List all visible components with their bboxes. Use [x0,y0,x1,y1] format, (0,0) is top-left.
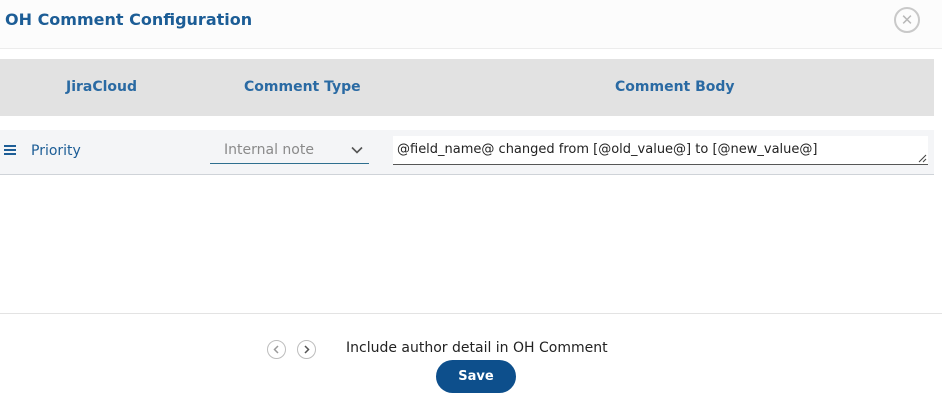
resize-handle-icon[interactable] [917,153,927,163]
column-header-comment-type: Comment Type [244,79,361,95]
footer-divider [0,313,942,314]
prev-button[interactable] [267,340,286,359]
dialog-header: OH Comment Configuration ✕ [0,0,942,49]
close-button[interactable]: ✕ [894,7,920,33]
chevron-down-icon [351,146,363,154]
table-row: Priority Internal note @field_name@ chan… [0,130,934,175]
table-header: JiraCloud Comment Type Comment Body [0,59,934,116]
next-button[interactable] [297,340,316,359]
save-button[interactable]: Save [436,360,516,393]
close-icon: ✕ [900,10,914,29]
field-name-priority: Priority [31,143,81,159]
comment-body-text: @field_name@ changed from [@old_value@] … [397,142,818,157]
comment-type-value: Internal note [224,142,314,158]
dialog-title: OH Comment Configuration [5,10,253,29]
comment-type-select[interactable]: Internal note [210,138,369,164]
drag-handle-icon[interactable] [4,145,16,155]
column-header-jiracloud: JiraCloud [66,79,138,95]
include-author-label[interactable]: Include author detail in OH Comment [346,340,608,356]
chevron-left-icon [273,345,279,354]
chevron-right-icon [304,345,310,354]
column-header-comment-body: Comment Body [615,79,735,95]
comment-body-textarea[interactable]: @field_name@ changed from [@old_value@] … [393,136,928,165]
